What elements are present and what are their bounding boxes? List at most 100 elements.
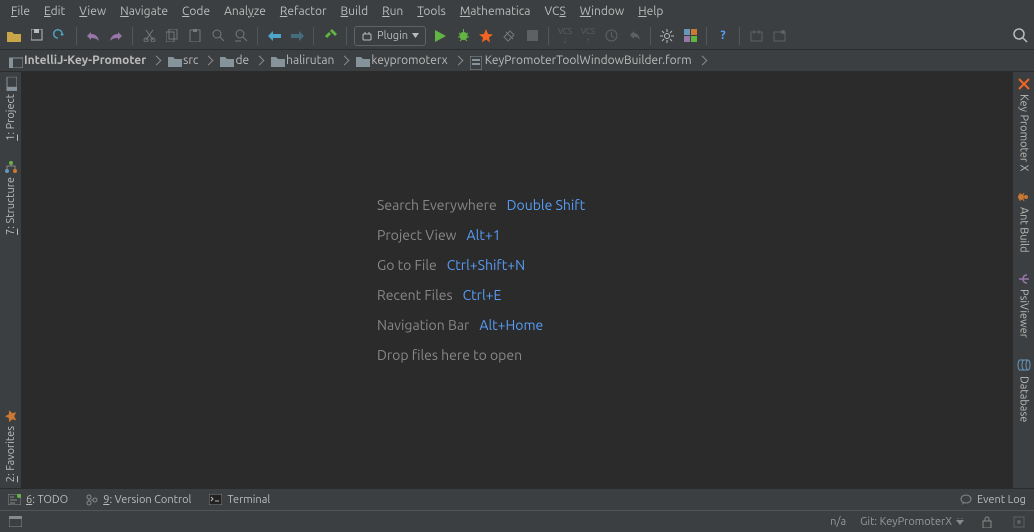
hint-label: Recent Files (377, 287, 453, 303)
menu-navigate[interactable]: Navigate (114, 3, 174, 20)
status-bar: n/a Git: KeyPromoterX (0, 510, 1034, 532)
separator (706, 27, 707, 45)
copy-icon[interactable] (163, 27, 181, 45)
separator (76, 27, 77, 45)
left-tab-favorites[interactable]: 2: Favorites (5, 410, 17, 482)
menu-tools[interactable]: Tools (411, 3, 452, 20)
menu-view[interactable]: View (73, 3, 112, 20)
vcs-commit-icon[interactable]: VCS↑ (579, 27, 597, 45)
project-structure-icon[interactable] (681, 27, 699, 45)
sync-icon[interactable] (51, 27, 69, 45)
navigation-bar: IntelliJ-Key-Promotersrcdehalirutankeypr… (0, 50, 1034, 72)
vcs-history-icon[interactable] (602, 27, 620, 45)
menu-refactor[interactable]: Refactor (274, 3, 333, 20)
menu-analyze[interactable]: Analyze (218, 3, 272, 20)
bottom-tab-terminal[interactable]: Terminal (209, 494, 270, 506)
menu-window[interactable]: Window (574, 3, 630, 20)
right-tab-ant[interactable]: Ant Build (1018, 191, 1030, 253)
forward-icon[interactable] (288, 27, 306, 45)
lock-icon[interactable] (978, 513, 996, 531)
menu-vcs[interactable]: VCS (538, 3, 571, 20)
folder-icon (271, 56, 283, 66)
hint-label: Project View (377, 227, 457, 243)
hint-row: Search EverywhereDouble Shift (377, 197, 585, 213)
ant-icon (1018, 191, 1030, 203)
build-icon[interactable] (321, 27, 339, 45)
branch-dropdown-icon (956, 518, 964, 526)
back-icon[interactable] (265, 27, 283, 45)
plugin-icon (361, 30, 373, 42)
paste-icon[interactable] (186, 27, 204, 45)
hint-row: Recent Files Ctrl+E (377, 287, 501, 303)
menu-code[interactable]: Code (176, 3, 216, 20)
left-tab-structure[interactable]: 7: Structure (5, 161, 17, 235)
menu-file[interactable]: File (5, 3, 36, 20)
stop-icon[interactable] (523, 27, 541, 45)
right-tab-kpx[interactable]: Key Promoter X (1018, 78, 1030, 171)
ext1-icon[interactable] (747, 27, 765, 45)
vcs-update-icon[interactable]: VCS↓ (556, 27, 574, 45)
run-icon[interactable] (431, 27, 449, 45)
psi-icon (1018, 273, 1030, 285)
hint-shortcut: Ctrl+E (463, 287, 502, 303)
find-icon[interactable] (209, 27, 227, 45)
bottom-tab-vcs[interactable]: 9: Version Control (86, 494, 191, 506)
event-log-tab[interactable]: Event Log (960, 494, 1026, 506)
left-tab-project[interactable]: 1: Project (4, 78, 18, 141)
settings-icon[interactable] (658, 27, 676, 45)
menu-edit[interactable]: Edit (38, 3, 71, 20)
inspector-icon[interactable] (1010, 513, 1028, 531)
status-encoding[interactable]: n/a (830, 516, 846, 528)
right-tool-gutter: Key Promoter X Ant Build PsiViewer Database (1012, 72, 1034, 488)
hint-label: Navigation Bar (377, 317, 469, 333)
main-toolbar: Plugin VCS↓ VCS↑ ? (0, 22, 1034, 50)
separator (257, 27, 258, 45)
right-tab-db[interactable]: Database (1018, 358, 1030, 422)
structure-icon (5, 161, 17, 173)
form-icon (470, 56, 482, 66)
debug-icon[interactable] (454, 27, 472, 45)
breadcrumb-item[interactable]: keypromoterx (352, 53, 465, 68)
run-config-selector[interactable]: Plugin (354, 26, 426, 46)
separator (650, 27, 651, 45)
help-icon[interactable]: ? (714, 27, 732, 45)
undo-icon[interactable] (84, 27, 102, 45)
hint-row: Go to FileCtrl+Shift+N (377, 257, 525, 273)
event-log-icon (960, 494, 972, 505)
vcs-revert-icon[interactable] (625, 27, 643, 45)
profile-icon[interactable] (477, 27, 495, 45)
separator (739, 27, 740, 45)
breadcrumb-item[interactable]: KeyPromoterToolWindowBuilder.form (466, 53, 710, 68)
hint-row: Project View Alt+1 (377, 227, 501, 243)
breadcrumb-item[interactable]: src (164, 53, 216, 68)
vcs-icon (86, 494, 98, 506)
cut-icon[interactable] (140, 27, 158, 45)
right-tab-psi[interactable]: PsiViewer (1018, 273, 1030, 338)
replace-icon[interactable] (232, 27, 250, 45)
menu-bar: FileEditViewNavigateCodeAnalyzeRefactorB… (0, 0, 1034, 22)
status-git-branch[interactable]: Git: KeyPromoterX (860, 516, 964, 528)
ext2-icon[interactable] (770, 27, 788, 45)
redo-icon[interactable] (107, 27, 125, 45)
breadcrumb-item[interactable]: halirutan (267, 53, 352, 68)
drop-hint: Drop files here to open (377, 347, 522, 363)
project-icon (9, 56, 21, 66)
breadcrumb-item[interactable]: de (216, 53, 267, 68)
folder-icon (356, 56, 368, 66)
breadcrumb-item[interactable]: IntelliJ-Key-Promoter (5, 53, 164, 68)
search-icon[interactable] (1011, 27, 1029, 45)
kpx-icon (1018, 78, 1030, 90)
menu-run[interactable]: Run (376, 3, 409, 20)
db-icon (1017, 359, 1031, 371)
menu-help[interactable]: Help (632, 3, 669, 20)
bottom-tab-todo[interactable]: 6: TODO (8, 494, 68, 506)
attach-icon[interactable] (500, 27, 518, 45)
open-icon[interactable] (5, 27, 23, 45)
bottom-tool-tabs: 6: TODO 9: Version Control Terminal Event L… (0, 488, 1034, 510)
save-all-icon[interactable] (28, 27, 46, 45)
tool-windows-toggle-icon[interactable] (6, 513, 24, 531)
hint-shortcut: Alt+1 (467, 227, 501, 243)
menu-mathematica[interactable]: Mathematica (454, 3, 537, 20)
separator (132, 27, 133, 45)
menu-build[interactable]: Build (335, 3, 375, 20)
